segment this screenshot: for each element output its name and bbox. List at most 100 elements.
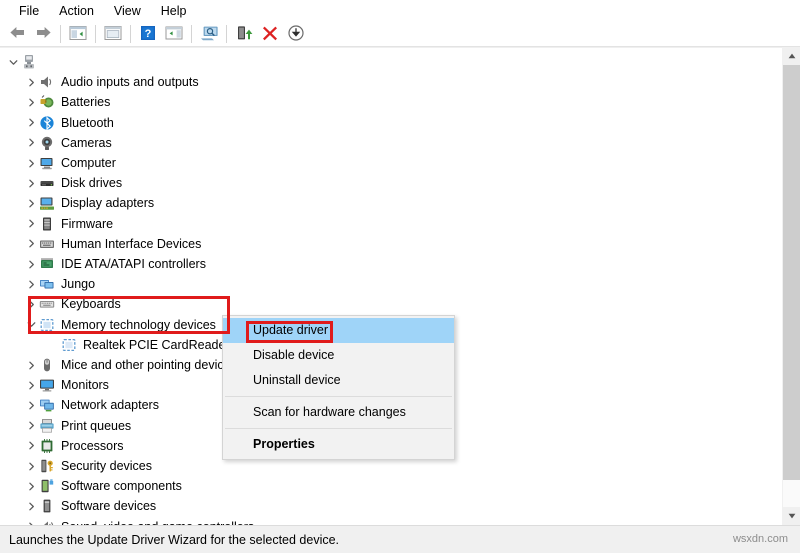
jungo-icon (38, 275, 56, 293)
chevron-right-icon[interactable] (24, 234, 38, 254)
chevron-right-icon[interactable] (24, 355, 38, 375)
tree-item-label: Display adapters (61, 196, 155, 211)
menu-bar: File Action View Help (0, 0, 800, 21)
tree-item[interactable]: Mice and other pointing devices (24, 355, 237, 375)
chevron-down-icon[interactable] (24, 315, 38, 335)
tree-item[interactable]: Monitors (24, 375, 109, 395)
printer-icon (38, 417, 56, 435)
tree-item[interactable]: Computer (24, 153, 116, 173)
software-component-icon (38, 477, 56, 495)
tree-item[interactable]: IDE ATA/ATAPI controllers (24, 254, 206, 274)
tree-item[interactable]: Jungo (24, 274, 95, 294)
watermark: wsxdn.com (732, 533, 788, 545)
forward-arrow-icon (35, 25, 52, 43)
tree-item[interactable]: Keyboards (24, 294, 121, 314)
ctx-uninstall-device[interactable]: Uninstall device (223, 368, 454, 393)
tree-item[interactable]: Realtek PCIE CardReader (46, 334, 230, 355)
tree-item[interactable]: Security devices (24, 456, 152, 476)
chevron-right-icon[interactable] (24, 72, 38, 92)
ctx-properties[interactable]: Properties (223, 432, 454, 457)
scrollbar-track[interactable] (783, 65, 800, 507)
properties-icon (165, 25, 183, 44)
chevron-right-icon[interactable] (24, 496, 38, 516)
tree-item[interactable]: Cameras (24, 133, 112, 153)
toolbar-enable-device[interactable] (231, 23, 257, 45)
chevron-right-icon[interactable] (24, 375, 38, 395)
toolbar-scan-hardware[interactable] (196, 23, 222, 45)
chevron-down-icon[interactable] (6, 52, 20, 72)
tree-item-label: Monitors (61, 378, 109, 393)
memory-device-icon (38, 316, 56, 334)
tree-root-node[interactable] (6, 52, 43, 72)
tree-item[interactable]: Batteries (24, 92, 110, 112)
tree-item-label: IDE ATA/ATAPI controllers (61, 257, 206, 271)
sound-video-icon (38, 518, 56, 525)
tree-item[interactable]: Bluetooth (24, 113, 114, 133)
tree-item[interactable]: Disk drives (24, 173, 122, 193)
tree-item[interactable]: Firmware (24, 214, 113, 234)
network-adapter-icon (38, 396, 56, 414)
chevron-right-icon[interactable] (24, 294, 38, 314)
tree-item-label: Cameras (61, 135, 112, 150)
scroll-down-icon[interactable] (783, 507, 800, 525)
chevron-right-icon[interactable] (24, 133, 38, 153)
toolbar-help[interactable]: ? (135, 23, 161, 45)
tree-item[interactable]: Memory technology devices (24, 315, 216, 335)
menu-action[interactable]: Action (50, 2, 103, 20)
scrollbar-thumb[interactable] (783, 65, 800, 480)
tree-item-label: Sound, video and game controllers (61, 517, 254, 525)
ide-controller-icon (38, 255, 56, 273)
toolbar-forward[interactable] (30, 23, 56, 45)
tree-item[interactable]: Sound, video and game controllers (24, 517, 254, 525)
help-question-icon: ? (140, 25, 156, 44)
disk-drive-icon (38, 174, 56, 192)
vertical-scrollbar[interactable] (782, 47, 800, 525)
chevron-right-icon[interactable] (24, 395, 38, 415)
chevron-right-icon[interactable] (24, 173, 38, 193)
tree-item-label: Mice and other pointing devices (61, 358, 237, 372)
uninstall-device-icon (262, 25, 278, 44)
software-device-icon (38, 497, 56, 515)
toolbar-console-tree[interactable] (65, 23, 91, 45)
chevron-right-icon[interactable] (24, 193, 38, 213)
chevron-right-icon[interactable] (24, 517, 38, 525)
tree-item-label: Jungo (61, 277, 96, 292)
toolbar-back[interactable] (4, 23, 30, 45)
chevron-right-icon[interactable] (24, 416, 38, 436)
chevron-right-icon[interactable] (24, 214, 38, 234)
toolbar-update-driver[interactable] (283, 23, 309, 45)
show-hide-console-tree-icon (69, 25, 87, 44)
toolbar: ? (0, 21, 800, 47)
ctx-disable-device[interactable]: Disable device (223, 343, 454, 368)
tree-item[interactable]: Network adapters (24, 395, 159, 415)
ctx-scan-hardware-changes[interactable]: Scan for hardware changes (223, 400, 454, 425)
tree-item[interactable]: Audio inputs and outputs (24, 72, 199, 92)
toolbar-separator (226, 25, 227, 43)
menu-help[interactable]: Help (152, 2, 196, 20)
menu-view[interactable]: View (105, 2, 150, 20)
chevron-right-icon[interactable] (24, 113, 38, 133)
properties-window-icon (104, 25, 122, 44)
tree-item-label: Software devices (61, 499, 157, 514)
chevron-right-icon[interactable] (24, 436, 38, 456)
ctx-update-driver[interactable]: Update driver (223, 318, 454, 343)
toolbar-properties[interactable] (161, 23, 187, 45)
toolbar-properties-window[interactable] (100, 23, 126, 45)
toolbar-uninstall-device[interactable] (257, 23, 283, 45)
menu-file[interactable]: File (10, 2, 48, 20)
chevron-right-icon[interactable] (24, 254, 38, 274)
chevron-right-icon[interactable] (24, 274, 38, 294)
tree-item[interactable]: Processors (24, 436, 124, 456)
tree-item[interactable]: Software components (24, 476, 182, 496)
tree-item[interactable]: Human Interface Devices (24, 234, 201, 254)
chevron-right-icon[interactable] (24, 153, 38, 173)
chevron-right-icon[interactable] (24, 456, 38, 476)
tree-item[interactable]: Display adapters (24, 193, 154, 213)
chevron-right-icon[interactable] (24, 476, 38, 496)
tree-item-label: Network adapters (61, 398, 159, 413)
scroll-up-icon[interactable] (783, 47, 800, 65)
tree-item[interactable]: Software devices (24, 496, 156, 516)
tree-item[interactable]: Print queues (24, 416, 131, 436)
chevron-right-icon[interactable] (24, 92, 38, 112)
